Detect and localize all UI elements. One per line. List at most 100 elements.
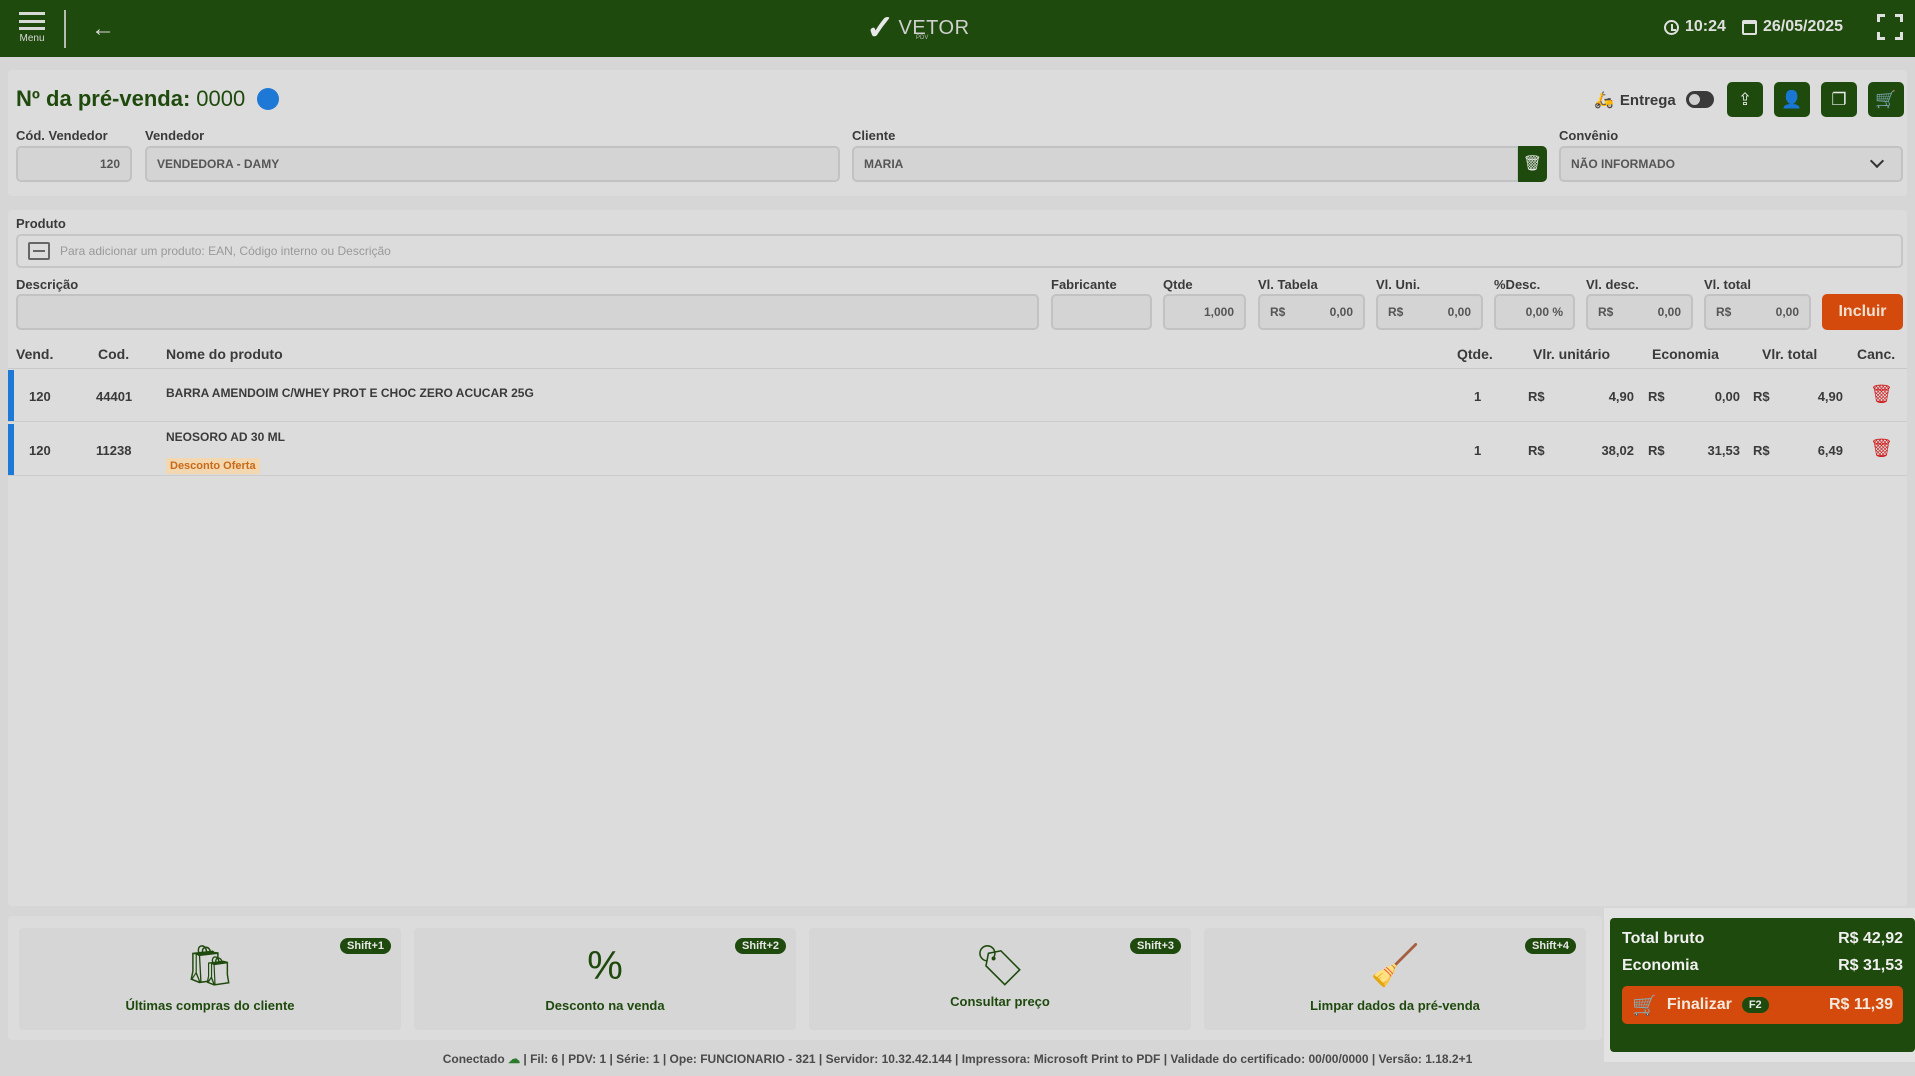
cliente-input[interactable]: MARIA [852, 146, 1519, 182]
top-bar: Menu ← ✓ VETOR PDV 10:24 26/05/2025 [0, 0, 1915, 57]
action-label: Desconto na venda [545, 998, 665, 1013]
shopping-bag-clock-icon: 🛍 [184, 944, 236, 988]
totals-panel: Total bruto R$ 42,92 Economia R$ 31,53 🛒… [1604, 908, 1915, 1062]
vl-total-label: Vl. total [1704, 277, 1751, 292]
vendedor-label: Vendedor [145, 128, 205, 143]
col-vend: Vend. [16, 346, 54, 362]
currency: R$ [1270, 305, 1286, 319]
trash-icon: 🗑 [1522, 155, 1543, 172]
vendedor-input[interactable]: VENDEDORA - DAMY [145, 146, 840, 182]
vl-total-value: 0,00 [1775, 305, 1799, 319]
back-button[interactable]: ← [88, 14, 118, 44]
delete-row-trash-icon[interactable]: 🗑 [1870, 438, 1893, 458]
clock: 10:24 [1664, 18, 1726, 36]
consultar-preco-button[interactable]: Shift+3 🏷 Consultar preço [809, 928, 1191, 1030]
discount-badge-icon: % [587, 944, 623, 988]
row-nome: NEOSORO AD 30 ML [166, 430, 285, 444]
vl-desc-input[interactable]: R$ 0,00 [1586, 294, 1693, 330]
row-indicator [8, 424, 14, 475]
clear-client-button[interactable]: 🗑 [1518, 146, 1547, 182]
fabricante-input[interactable] [1051, 294, 1152, 330]
cod-vendedor-value: 120 [99, 157, 120, 171]
copy-button[interactable]: ❐ [1821, 82, 1857, 117]
vl-desc-label: Vl. desc. [1586, 277, 1639, 292]
row-eco: 31,53 [1707, 443, 1740, 458]
vendedor-value: VENDEDORA - DAMY [157, 157, 280, 171]
convenio-label: Convênio [1559, 128, 1619, 143]
vl-uni-value: 0,00 [1447, 305, 1471, 319]
row-total: 6,49 [1817, 443, 1843, 458]
vl-tabela-value: 0,00 [1329, 305, 1353, 319]
vl-total-input[interactable]: R$ 0,00 [1704, 294, 1811, 330]
total-bruto-label: Total bruto [1622, 930, 1705, 947]
finalizar-button[interactable]: 🛒 Finalizar F2 R$ 11,39 [1622, 986, 1903, 1024]
col-canc: Canc. [1857, 346, 1896, 362]
row-indicator [8, 370, 14, 421]
col-cod: Cod. [98, 346, 130, 362]
cliente-value: MARIA [864, 157, 904, 171]
clock-time: 10:24 [1685, 18, 1726, 35]
row-eco-currency: R$ [1648, 389, 1665, 404]
checkmark-logo-icon: ✓ [866, 9, 895, 47]
menu-button[interactable]: Menu [14, 10, 50, 48]
brand-name: VETOR [898, 16, 970, 39]
calendar-icon [1742, 19, 1757, 35]
row-unit: 38,02 [1601, 443, 1634, 458]
add-user-icon: 👤 [1781, 90, 1803, 109]
menu-label: Menu [19, 33, 45, 44]
page-title: Nº da pré-venda: 0000 [16, 86, 280, 112]
vl-tabela-input[interactable]: R$ 0,00 [1258, 294, 1365, 330]
broom-icon: 🧹 [1370, 944, 1420, 988]
convenio-value: NÃO INFORMADO [1571, 157, 1675, 171]
cart-button[interactable]: 🛒 [1868, 82, 1904, 117]
entrega-label: Entrega [1619, 91, 1676, 109]
qtde-label: Qtde [1163, 277, 1193, 292]
add-client-button[interactable]: 👤 [1774, 82, 1810, 117]
limpar-dados-button[interactable]: Shift+4 🧹 Limpar dados da pré-venda [1204, 928, 1586, 1030]
price-tag-search-icon: 🏷 [974, 944, 1026, 988]
qtde-input[interactable]: 1,000 [1163, 294, 1246, 330]
presale-number: 0000 [196, 86, 246, 111]
entrega-toggle[interactable] [1686, 91, 1714, 108]
qtde-value: 1,000 [1203, 305, 1234, 319]
copy-icon: ❐ [1831, 90, 1847, 109]
desconto-venda-button[interactable]: Shift+2 % Desconto na venda [414, 928, 796, 1030]
motorcycle-icon: 🛵 [1594, 92, 1614, 109]
pct-desc-input[interactable]: 0,00 % [1494, 294, 1575, 330]
row-eco: 0,00 [1714, 389, 1740, 404]
table-row[interactable]: 120 44401 BARRA AMENDOIM C/WHEY PROT E C… [8, 370, 1907, 422]
total-bruto-value: R$ 42,92 [1838, 930, 1903, 947]
ultimas-compras-button[interactable]: Shift+1 🛍 Últimas compras do cliente [19, 928, 401, 1030]
table-row[interactable]: 120 11238 NEOSORO AD 30 ML Desconto Ofer… [8, 424, 1907, 476]
fullscreen-icon[interactable] [1877, 14, 1903, 40]
cod-vendedor-input[interactable]: 120 [16, 146, 132, 182]
cloud-icon: ☁ [508, 1052, 521, 1066]
header-divider-line [8, 368, 1907, 369]
descricao-label: Descrição [16, 277, 79, 292]
economia-row: Economia R$ 31,53 [1622, 957, 1903, 975]
vl-uni-input[interactable]: R$ 0,00 [1376, 294, 1483, 330]
share-button[interactable]: ⇪ [1727, 82, 1763, 117]
col-unit: Vlr. unitário [1533, 346, 1611, 362]
brand-sub: PDV [916, 35, 929, 41]
convenio-select[interactable]: NÃO INFORMADO [1559, 146, 1903, 182]
action-label: Limpar dados da pré-venda [1310, 998, 1480, 1013]
produto-label: Produto [16, 216, 66, 231]
status-info: | Fil: 6 | PDV: 1 | Série: 1 | Ope: FUNC… [523, 1052, 1473, 1066]
total-bruto-row: Total bruto R$ 42,92 [1622, 930, 1903, 948]
descricao-input[interactable] [16, 294, 1039, 330]
product-search-input[interactable]: Para adicionar um produto: EAN, Código i… [16, 234, 1903, 268]
col-qtde: Qtde. [1457, 346, 1493, 362]
hamburger-icon [19, 12, 45, 30]
economia-value: R$ 31,53 [1838, 957, 1903, 974]
discount-tag: Desconto Oferta [166, 458, 260, 474]
delete-row-trash-icon[interactable]: 🗑 [1870, 384, 1893, 404]
action-label: Últimas compras do cliente [125, 998, 295, 1013]
header-divider [64, 10, 66, 48]
row-unit: 4,90 [1608, 389, 1634, 404]
col-economia: Economia [1652, 346, 1719, 362]
product-search-placeholder: Para adicionar um produto: EAN, Código i… [60, 244, 391, 258]
row-qtde: 1 [1474, 389, 1482, 404]
incluir-button[interactable]: Incluir [1822, 294, 1903, 330]
date-text: 26/05/2025 [1763, 18, 1844, 35]
